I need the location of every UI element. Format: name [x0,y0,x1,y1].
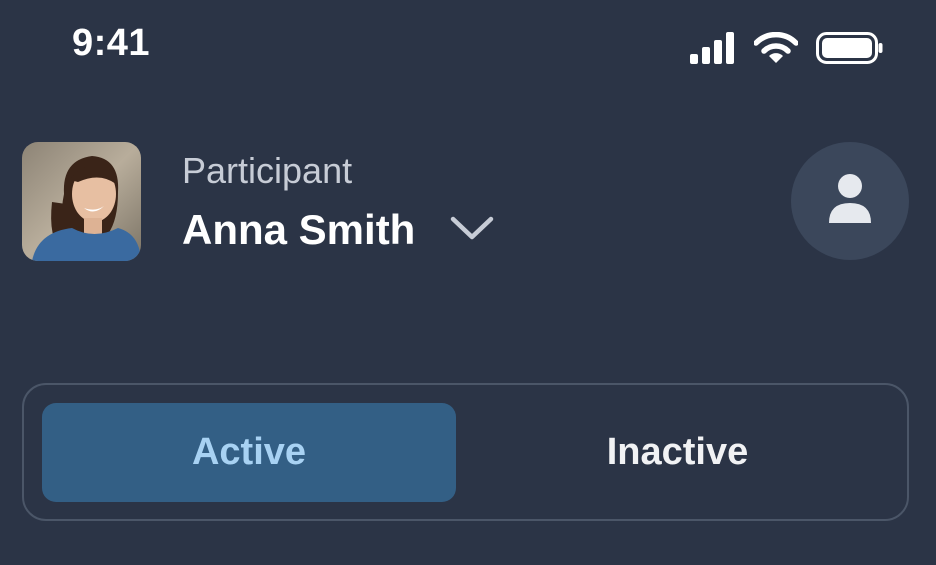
status-time: 9:41 [72,22,151,64]
participant-label: Participant [182,150,353,191]
battery-icon [816,32,884,64]
segment-active[interactable]: Active [42,403,456,502]
status-bar: 9:41 [0,0,936,95]
cellular-signal-icon [690,32,736,64]
segment-inactive[interactable]: Inactive [464,403,891,502]
participant-header: Participant Anna Smith [0,140,936,265]
avatar [22,142,141,261]
status-icons [690,28,884,64]
person-icon [827,173,873,230]
chevron-down-icon[interactable] [449,215,495,246]
participant-name: Anna Smith [182,206,416,253]
status-segmented-control: Active Inactive [22,383,909,521]
participant-selector[interactable]: Anna Smith [182,206,495,254]
wifi-icon [754,32,798,64]
profile-button[interactable] [791,142,909,260]
